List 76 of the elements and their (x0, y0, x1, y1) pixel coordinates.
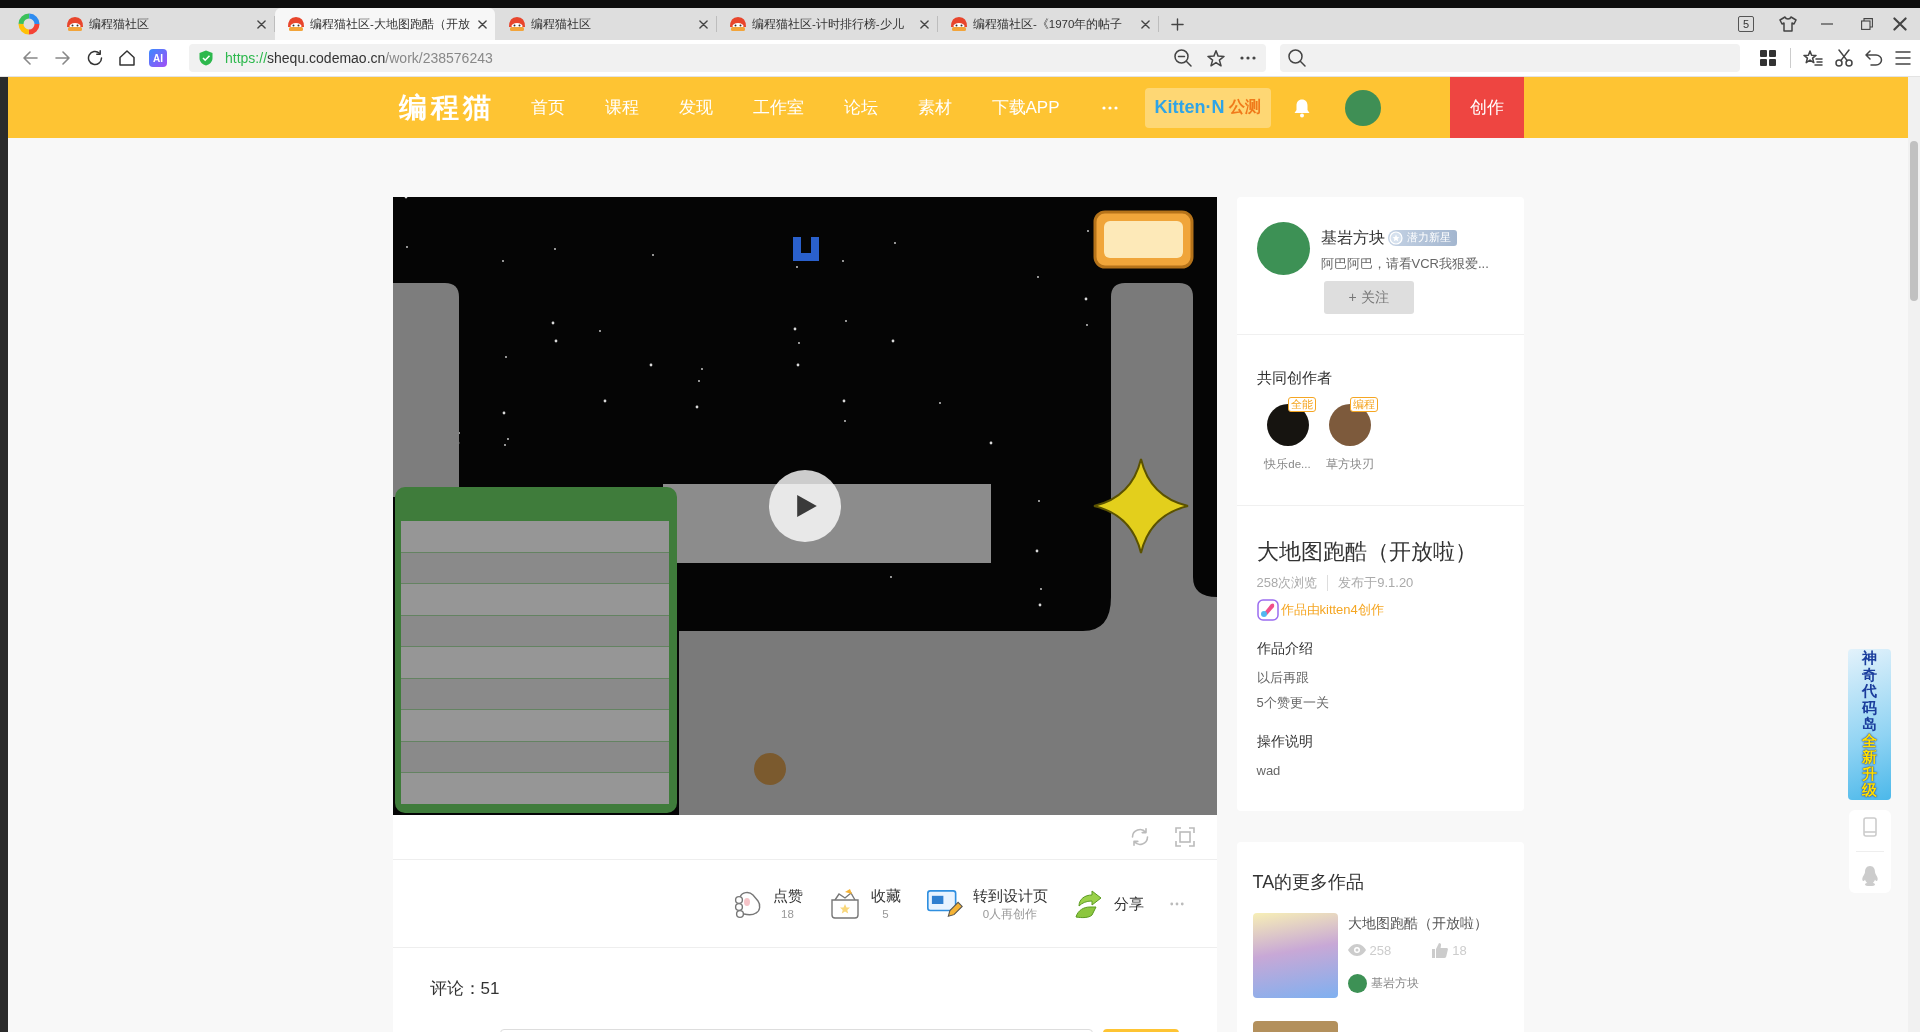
ring-logo-icon[interactable] (18, 13, 40, 35)
cat-face-icon (287, 16, 305, 32)
cat-face-icon (950, 16, 968, 32)
section-heading: 操作说明 (1256, 732, 1313, 751)
home-icon[interactable] (119, 50, 135, 66)
grid-icon[interactable] (1760, 50, 1776, 66)
browser-tab[interactable]: 编程猫社区-计时排行榜-少儿 (717, 8, 937, 40)
address-field[interactable]: https://shequ.codemao.cn/work/238576243 (189, 44, 1266, 72)
section-heading: 作品介绍 (1256, 639, 1313, 658)
share-arrow-icon (1073, 887, 1104, 920)
made-with-link[interactable]: 作品由kitten4创作 (1280, 601, 1384, 619)
cat-face-icon (508, 16, 526, 32)
menu-icon[interactable] (1895, 51, 1911, 65)
description-line: 5个赞更一关 (1256, 694, 1329, 712)
comment-count: 评论：51 (429, 978, 500, 1000)
coauthor-name[interactable]: 草方块刃 (1325, 456, 1374, 472)
follow-button[interactable]: + 关注 (1323, 281, 1414, 314)
eye-icon (1347, 944, 1366, 956)
close-icon[interactable] (1893, 17, 1907, 31)
view-count: 258次浏览 (1256, 574, 1318, 592)
create-button[interactable]: 创作 (1449, 77, 1524, 138)
promo-banner[interactable]: 神奇代码岛 全新升级 (1848, 649, 1891, 800)
shirt-icon[interactable] (1779, 16, 1797, 32)
thumbnail-placeholder[interactable] (1252, 913, 1338, 998)
author-bio: 阿巴阿巴，请看VCR我狠爱... (1320, 255, 1489, 273)
close-icon[interactable] (257, 19, 266, 29)
restore-icon[interactable] (1861, 18, 1873, 30)
share-button[interactable]: 分享 (1073, 887, 1144, 920)
browser-tab[interactable]: 编程猫社区 (496, 8, 716, 40)
collect-button[interactable]: 收藏 5 (828, 885, 901, 922)
plus-icon[interactable] (1171, 17, 1184, 31)
author-name[interactable]: 基岩方块 (1320, 227, 1385, 249)
description-line: wad (1256, 762, 1281, 780)
section-heading: TA的更多作品 (1252, 871, 1365, 894)
thumbs-up-icon (1432, 942, 1449, 958)
browser-tab[interactable]: 编程猫社区-《1970年的帖子 (938, 8, 1158, 40)
role-tag: 全能 (1287, 397, 1316, 412)
star-list-icon[interactable] (1803, 50, 1823, 66)
play-icon (796, 494, 818, 518)
close-icon[interactable] (1141, 19, 1150, 29)
search-field[interactable] (1280, 44, 1740, 72)
cat-face-icon (729, 16, 747, 32)
work-title: 大地图跑酷（开放啦） (1256, 538, 1477, 566)
browser-tab[interactable]: 编程猫社区 (54, 8, 274, 40)
scissors-icon[interactable] (1835, 49, 1853, 67)
tab-count[interactable]: 5 (1738, 16, 1754, 32)
badge-label: 潜力新星 (1406, 231, 1451, 245)
ai-button[interactable]: AI (149, 49, 167, 67)
app-icon (1256, 599, 1279, 621)
author-name[interactable]: 基岩方块 (1370, 975, 1419, 992)
close-icon[interactable] (478, 19, 487, 29)
close-icon[interactable] (699, 19, 708, 29)
section-heading: 共同创作者 (1256, 369, 1332, 387)
publish-date: 发布于9.1.20 (1338, 574, 1414, 592)
screen-pencil-icon (926, 889, 963, 918)
star-box-icon (828, 887, 861, 920)
coauthor-name[interactable]: 快乐de... (1264, 456, 1311, 472)
description-line: 以后再跟 (1256, 669, 1309, 687)
medal-icon (1388, 231, 1403, 245)
forward-icon[interactable] (55, 51, 71, 65)
remix-button[interactable]: 转到设计页 0人再创作 (926, 885, 1048, 922)
reload-icon[interactable] (87, 50, 103, 66)
shield-icon (199, 50, 213, 66)
more-icon[interactable] (1240, 56, 1256, 60)
search-icon[interactable] (1288, 49, 1306, 67)
role-tag: 编程 (1349, 397, 1378, 412)
star-icon[interactable] (1207, 49, 1225, 67)
like-button[interactable]: 点赞 18 (730, 885, 803, 922)
browser-tab[interactable]: 编程猫社区-大地图跑酷（开放 (275, 8, 495, 40)
scrollbar-thumb[interactable] (1910, 141, 1918, 301)
close-icon[interactable] (920, 19, 929, 29)
zoom-out-icon[interactable] (1174, 49, 1192, 67)
work-link[interactable]: 大地图跑酷（开放啦） (1347, 914, 1488, 934)
back-icon[interactable] (22, 51, 38, 65)
cat-face-icon (66, 16, 84, 32)
undo-icon[interactable] (1865, 50, 1883, 66)
